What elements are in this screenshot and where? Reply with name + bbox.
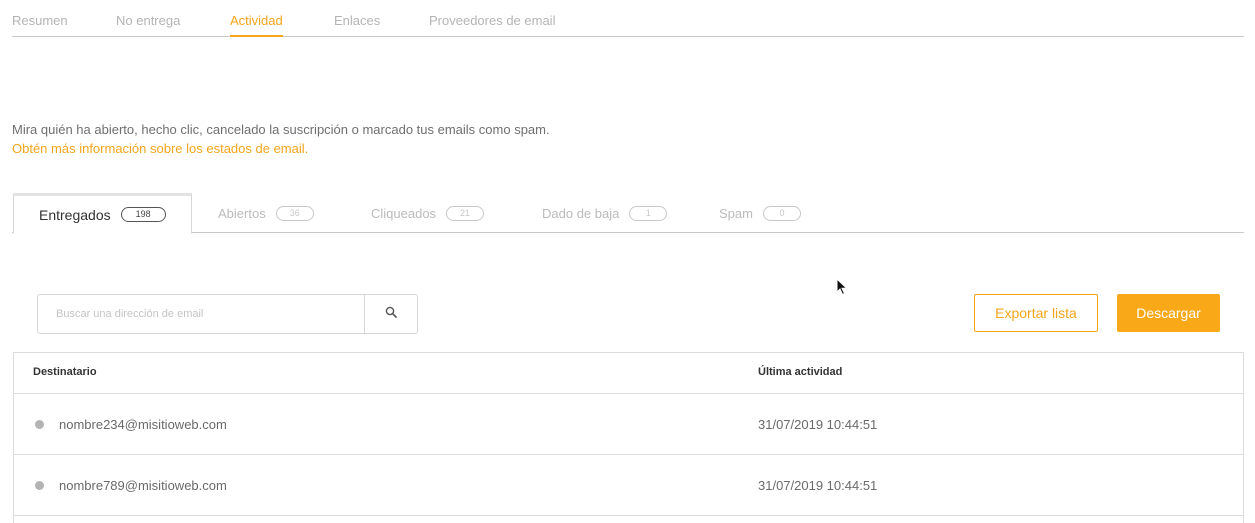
tab-spam-label: Spam (719, 205, 753, 221)
header-last-activity: Última actividad (758, 366, 843, 378)
tab-entregados[interactable]: Entregados 198 (13, 193, 192, 234)
tab-spam-count: 0 (762, 205, 801, 221)
tab-cliqueados-count: 21 (446, 205, 485, 221)
tab-entregados-count: 198 (120, 207, 166, 222)
table-row[interactable]: nombre789@misitioweb.com 31/07/2019 10:4… (14, 455, 1243, 516)
download-button[interactable]: Descargar (1117, 294, 1220, 332)
tab-no-entrega[interactable]: No entrega (116, 13, 180, 37)
tab-cliqueados[interactable]: Cliqueados 21 (371, 193, 485, 233)
tab-abiertos-count: 36 (275, 205, 314, 221)
tab-actividad[interactable]: Actividad (230, 13, 283, 37)
tab-dado-de-baja-count: 1 (629, 205, 668, 221)
tab-dado-de-baja-label: Dado de baja (542, 205, 620, 221)
status-dot-icon (35, 420, 44, 429)
tab-abiertos[interactable]: Abiertos 36 (218, 193, 314, 233)
last-activity-date: 31/07/2019 10:44:51 (758, 478, 878, 493)
status-dot-icon (35, 481, 44, 490)
tab-dado-de-baja[interactable]: Dado de baja 1 (542, 193, 668, 233)
mouse-cursor-icon (836, 277, 848, 301)
search-icon (385, 305, 397, 323)
search-input[interactable] (38, 295, 364, 333)
export-list-button[interactable]: Exportar lista (974, 294, 1098, 332)
tab-abiertos-label: Abiertos (218, 205, 266, 221)
search-box (37, 294, 418, 334)
search-button[interactable] (364, 295, 417, 333)
tab-proveedores-de-email[interactable]: Proveedores de email (429, 13, 555, 37)
recipient-email: nombre789@misitioweb.com (59, 478, 227, 493)
intro-text: Mira quién ha abierto, hecho clic, cance… (12, 122, 550, 137)
tab-resumen[interactable]: Resumen (12, 13, 68, 37)
recipients-table: Destinatario Última actividad nombre234@… (13, 352, 1244, 523)
status-tabs: Entregados 198 Abiertos 36 Cliqueados 21… (12, 193, 1244, 234)
table-header: Destinatario Última actividad (14, 353, 1243, 394)
last-activity-date: 31/07/2019 10:44:51 (758, 417, 878, 432)
recipient-email: nombre234@misitioweb.com (59, 417, 227, 432)
tab-enlaces[interactable]: Enlaces (334, 13, 380, 37)
report-tabs: Resumen No entrega Actividad Enlaces Pro… (12, 0, 1244, 37)
header-recipient: Destinatario (33, 366, 97, 378)
table-row[interactable]: nombre234@misitioweb.com 31/07/2019 10:4… (14, 394, 1243, 455)
tab-spam[interactable]: Spam 0 (719, 193, 801, 233)
email-status-info-link[interactable]: Obtén más información sobre los estados … (12, 139, 550, 158)
tab-entregados-label: Entregados (39, 206, 111, 223)
tab-cliqueados-label: Cliqueados (371, 205, 437, 221)
intro: Mira quién ha abierto, hecho clic, cance… (12, 120, 550, 158)
